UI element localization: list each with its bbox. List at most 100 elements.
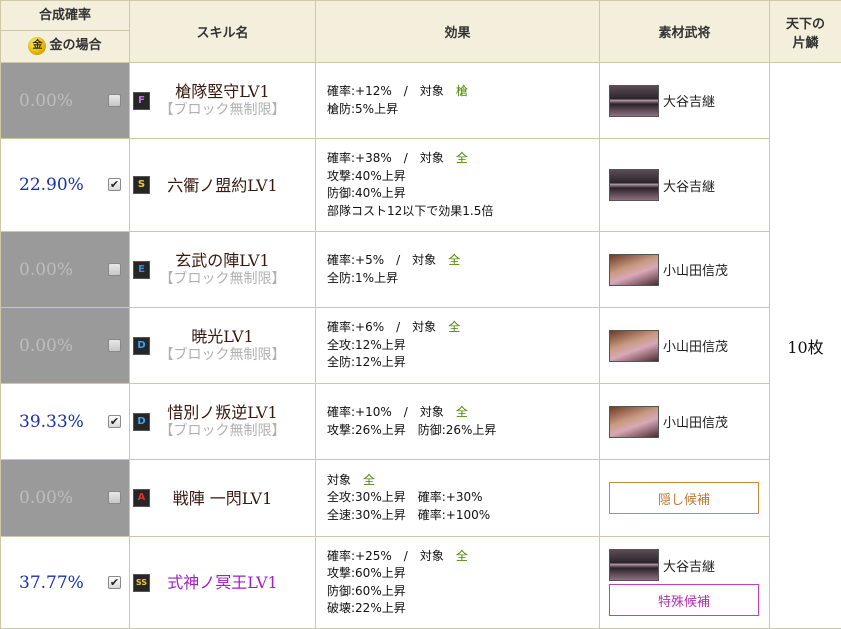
rate-cell: 22.90% ✔: [1, 139, 130, 232]
effect-rate-target-label: 確率:+10% / 対象: [327, 405, 444, 419]
general-portrait-icon: [609, 85, 659, 117]
skill-row: 0.00%F槍隊堅守LV1【ブロック無制限】確率:+12% / 対象 槍槍防:5…: [1, 63, 841, 139]
effect-cell: 確率:+38% / 対象 全攻撃:40%上昇防御:40%上昇部隊コスト12以下で…: [316, 139, 600, 232]
skill-name: 戦陣 一閃LV1: [130, 489, 315, 508]
hidden-candidate-button[interactable]: 隠し候補: [609, 482, 759, 514]
general-portrait-icon: [609, 406, 659, 438]
effect-target: 全: [363, 473, 375, 487]
special-candidate-button[interactable]: 特殊候補: [609, 584, 759, 616]
material-cell: 小山田信茂: [600, 384, 770, 460]
effect-rate-target-label: 確率:+38% / 対象: [327, 151, 444, 165]
effect-header: 効果: [316, 1, 600, 63]
rank-badge-icon: A: [133, 489, 150, 507]
general-name: 小山田信茂: [663, 336, 728, 355]
header-row: 合成確率 金 金の場合 スキル名 効果 素材武将 天下の 片鱗: [1, 1, 841, 63]
rate-header: 合成確率 金 金の場合: [1, 1, 130, 63]
rank-badge-icon: D: [133, 413, 150, 431]
skill-cell: S六衢ノ盟約LV1: [130, 139, 316, 232]
skill-cell: D惜別ノ叛逆LV1【ブロック無制限】: [130, 384, 316, 460]
material-general[interactable]: 大谷吉継: [609, 169, 769, 201]
skill-cell: SS式神ノ冥王LV1: [130, 537, 316, 629]
skill-block-note: 【ブロック無制限】: [130, 270, 315, 288]
skill-name: 暁光LV1: [130, 327, 315, 346]
rank-badge-icon: SS: [133, 574, 150, 592]
skill-row: 0.00%A戦陣 一閃LV1対象 全全攻:30%上昇 確率:+30%全速:30%…: [1, 460, 841, 537]
skill-name: 六衢ノ盟約LV1: [130, 176, 315, 195]
effect-rate-target-label: 確率:+6% / 対象: [327, 320, 436, 334]
effect-line: 部隊コスト12以下で効果1.5倍: [327, 203, 599, 221]
effect-cell: 対象 全全攻:30%上昇 確率:+30%全速:30%上昇 確率:+100%: [316, 460, 600, 537]
effect-line: 対象 全: [327, 472, 599, 490]
effect-rate-target-label: 確率:+25% / 対象: [327, 549, 444, 563]
rate-cell: 0.00%: [1, 308, 130, 384]
skill-block-note: 【ブロック無制限】: [130, 101, 315, 119]
material-cell: 大谷吉継: [600, 63, 770, 139]
tenka-header-line1: 天下の: [770, 13, 841, 32]
material-cell: 小山田信茂: [600, 308, 770, 384]
material-cell: 大谷吉継特殊候補: [600, 537, 770, 629]
material-general[interactable]: 大谷吉継: [609, 85, 769, 117]
skill-row: 22.90%✔S六衢ノ盟約LV1確率:+38% / 対象 全攻撃:40%上昇防御…: [1, 139, 841, 232]
skill-checkbox[interactable]: ✔: [108, 576, 121, 589]
fusion-rate: 0.00%: [19, 260, 73, 280]
skill-cell: A戦陣 一閃LV1: [130, 460, 316, 537]
material-general[interactable]: 小山田信茂: [609, 254, 769, 286]
effect-line: 全速:30%上昇 確率:+100%: [327, 507, 599, 525]
skill-checkbox[interactable]: ✔: [108, 415, 121, 428]
effect-cell: 確率:+12% / 対象 槍槍防:5%上昇: [316, 63, 600, 139]
rate-title: 合成確率: [1, 2, 129, 31]
effect-line: 全攻:30%上昇 確率:+30%: [327, 489, 599, 507]
general-name: 大谷吉継: [663, 176, 715, 195]
material-general[interactable]: 小山田信茂: [609, 406, 769, 438]
material-cell: 小山田信茂: [600, 232, 770, 308]
effect-line: 確率:+25% / 対象 全: [327, 548, 599, 566]
material-general[interactable]: 大谷吉継: [609, 549, 769, 581]
skill-block-note: 【ブロック無制限】: [130, 346, 315, 364]
effect-line: 確率:+10% / 対象 全: [327, 404, 599, 422]
skill-name-header: スキル名: [130, 1, 316, 63]
general-portrait-icon: [609, 169, 659, 201]
effect-line: 攻撃:40%上昇: [327, 168, 599, 186]
effect-line: 破壊:22%上昇: [327, 600, 599, 618]
skill-checkbox[interactable]: [108, 263, 121, 276]
effect-line: 確率:+5% / 対象 全: [327, 252, 599, 270]
tenka-header-line2: 片鱗: [770, 32, 841, 51]
effect-target: 全: [448, 253, 460, 267]
effect-target: 全: [456, 405, 468, 419]
effect-target: 全: [448, 320, 460, 334]
skill-cell: F槍隊堅守LV1【ブロック無制限】: [130, 63, 316, 139]
fusion-rate: 22.90%: [19, 175, 84, 195]
general-name: 大谷吉継: [663, 556, 715, 575]
skill-checkbox[interactable]: [108, 339, 121, 352]
gold-case-text: 金の場合: [49, 31, 101, 61]
effect-line: 全防:1%上昇: [327, 270, 599, 288]
gold-case-label: 金 金の場合: [1, 31, 129, 61]
effect-target: 全: [456, 151, 468, 165]
skill-block-note: 【ブロック無制限】: [130, 422, 315, 440]
rate-cell: 39.33% ✔: [1, 384, 130, 460]
material-header: 素材武将: [600, 1, 770, 63]
rank-badge-icon: S: [133, 176, 150, 194]
effect-cell: 確率:+10% / 対象 全攻撃:26%上昇 防御:26%上昇: [316, 384, 600, 460]
effect-rate-target-label: 確率:+5% / 対象: [327, 253, 436, 267]
effect-line: 防御:60%上昇: [327, 583, 599, 601]
skill-checkbox[interactable]: ✔: [108, 178, 121, 191]
effect-line: 確率:+12% / 対象 槍: [327, 83, 599, 101]
rank-badge-icon: F: [133, 92, 150, 110]
effect-rate-target-label: 確率:+12% / 対象: [327, 84, 444, 98]
general-portrait-icon: [609, 330, 659, 362]
skill-name: 式神ノ冥王LV1: [130, 573, 315, 592]
effect-line: 防御:40%上昇: [327, 185, 599, 203]
general-name: 大谷吉継: [663, 91, 715, 110]
rank-badge-icon: E: [133, 261, 150, 279]
effect-target: 槍: [456, 84, 468, 98]
effect-line: 確率:+6% / 対象 全: [327, 319, 599, 337]
general-portrait-icon: [609, 254, 659, 286]
skill-checkbox[interactable]: [108, 94, 121, 107]
material-cell: 隠し候補: [600, 460, 770, 537]
fusion-rate: 39.33%: [19, 412, 84, 432]
fusion-rate: 0.00%: [19, 488, 73, 508]
effect-target: 全: [456, 549, 468, 563]
material-general[interactable]: 小山田信茂: [609, 330, 769, 362]
skill-checkbox[interactable]: [108, 491, 121, 504]
